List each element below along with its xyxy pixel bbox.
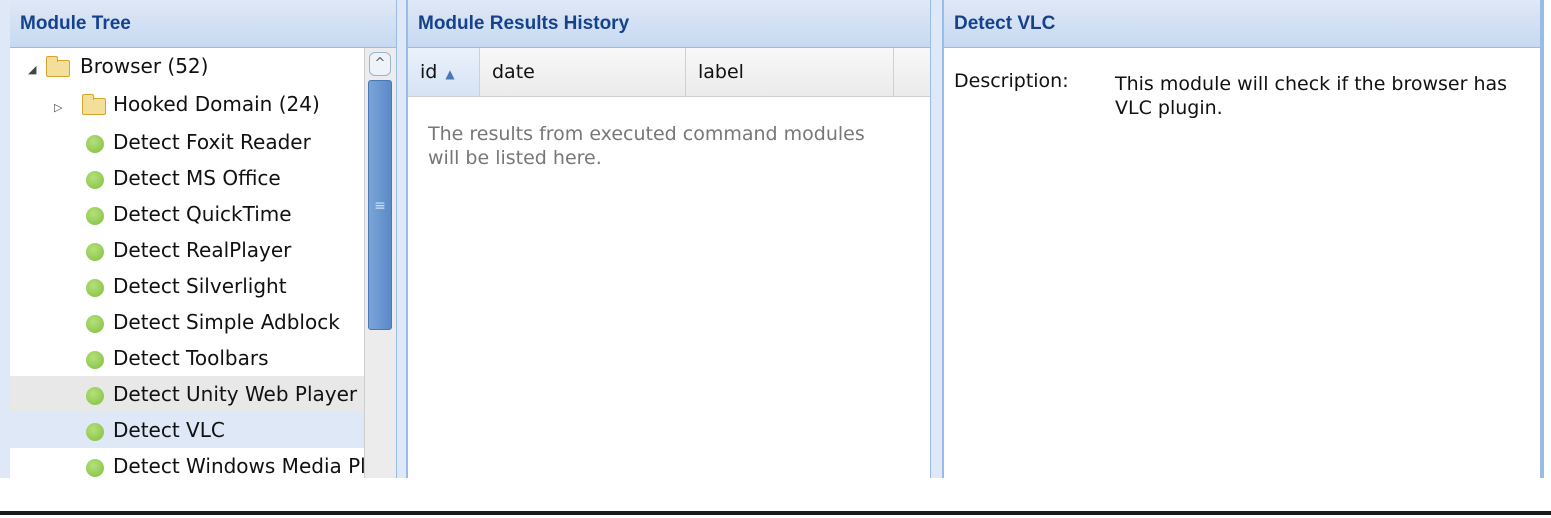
module-tree-panel: Module Tree ◢ Browser (52) ▷ Hooked Doma… xyxy=(0,0,397,478)
module-status-icon xyxy=(86,315,104,333)
description-text: This module will check if the browser ha… xyxy=(1115,73,1508,119)
panel-splitter[interactable] xyxy=(397,0,406,478)
tree-node-label: Hooked Domain (24) xyxy=(113,92,320,116)
scroll-up-icon[interactable]: ^ xyxy=(369,52,391,76)
scrollbar-thumb[interactable]: ≡ xyxy=(368,80,392,330)
tree-node-detect-toolbars[interactable]: Detect Toolbars xyxy=(10,340,364,376)
tree-node-browser[interactable]: ◢ Browser (52) xyxy=(10,52,364,88)
column-header-id[interactable]: id ▲ xyxy=(408,48,480,96)
module-details-header: Detect VLC xyxy=(944,0,1540,48)
module-status-icon xyxy=(86,243,104,261)
column-label: label xyxy=(698,61,744,83)
column-label: date xyxy=(492,61,535,83)
tree-node-label: Browser (52) xyxy=(80,54,209,78)
column-label: id xyxy=(420,61,438,83)
column-header-label[interactable]: label xyxy=(686,48,894,96)
tree-node-hooked-domain[interactable]: ▷ Hooked Domain (24) xyxy=(10,88,364,124)
module-details-panel: Detect VLC Description: This module will… xyxy=(942,0,1544,478)
bottom-divider xyxy=(0,511,1551,515)
module-status-icon xyxy=(86,279,104,297)
module-status-icon xyxy=(86,351,104,369)
tree-node-detect-ms-office[interactable]: Detect MS Office xyxy=(10,160,364,196)
folder-icon xyxy=(82,94,106,115)
tree-node-detect-foxit-reader[interactable]: Detect Foxit Reader xyxy=(10,124,364,160)
expand-arrow-icon[interactable]: ▷ xyxy=(54,90,62,126)
module-tree: ◢ Browser (52) ▷ Hooked Domain (24) Dete… xyxy=(10,48,364,478)
tree-node-label: Detect Simple Adblock xyxy=(113,310,340,334)
module-status-icon xyxy=(86,423,104,441)
tree-node-detect-silverlight[interactable]: Detect Silverlight xyxy=(10,268,364,304)
tree-node-label: Detect QuickTime xyxy=(113,202,292,226)
tree-node-label: Detect VLC xyxy=(113,418,225,442)
module-status-icon xyxy=(86,171,104,189)
module-status-icon xyxy=(86,207,104,225)
tree-node-detect-realplayer[interactable]: Detect RealPlayer xyxy=(10,232,364,268)
results-history-header: Module Results History xyxy=(408,0,930,48)
folder-open-icon xyxy=(46,56,70,77)
tree-node-label: Detect Windows Media Pl xyxy=(113,454,364,478)
tree-node-detect-simple-adblock[interactable]: Detect Simple Adblock xyxy=(10,304,364,340)
collapse-arrow-icon[interactable]: ◢ xyxy=(28,52,36,88)
module-tree-header: Module Tree xyxy=(10,0,396,48)
tree-node-label: Detect MS Office xyxy=(113,166,281,190)
description-label: Description: xyxy=(954,70,1069,92)
results-empty-message: The results from executed command module… xyxy=(428,123,865,169)
results-grid-header: id ▲ date label xyxy=(408,48,930,97)
tree-node-label: Detect Foxit Reader xyxy=(113,130,311,154)
tree-node-detect-vlc[interactable]: Detect VLC xyxy=(10,412,364,448)
tree-node-label: Detect Unity Web Player xyxy=(113,382,358,406)
tree-scrollbar[interactable]: ^ ≡ xyxy=(364,48,396,478)
tree-node-detect-unity-web-player[interactable]: Detect Unity Web Player xyxy=(10,376,364,412)
sort-ascending-icon: ▲ xyxy=(445,67,455,81)
tree-node-detect-quicktime[interactable]: Detect QuickTime xyxy=(10,196,364,232)
module-status-icon xyxy=(86,387,104,405)
module-status-icon xyxy=(86,459,104,477)
tree-node-label: Detect Toolbars xyxy=(113,346,269,370)
module-status-icon xyxy=(86,135,104,153)
tree-node-label: Detect RealPlayer xyxy=(113,238,292,262)
panel-splitter[interactable] xyxy=(931,0,942,478)
results-history-panel: Module Results History id ▲ date label Th… xyxy=(406,0,931,478)
tree-node-detect-windows-media-player[interactable]: Detect Windows Media Pl xyxy=(10,448,364,478)
column-header-date[interactable]: date xyxy=(480,48,686,96)
tree-node-label: Detect Silverlight xyxy=(113,274,287,298)
